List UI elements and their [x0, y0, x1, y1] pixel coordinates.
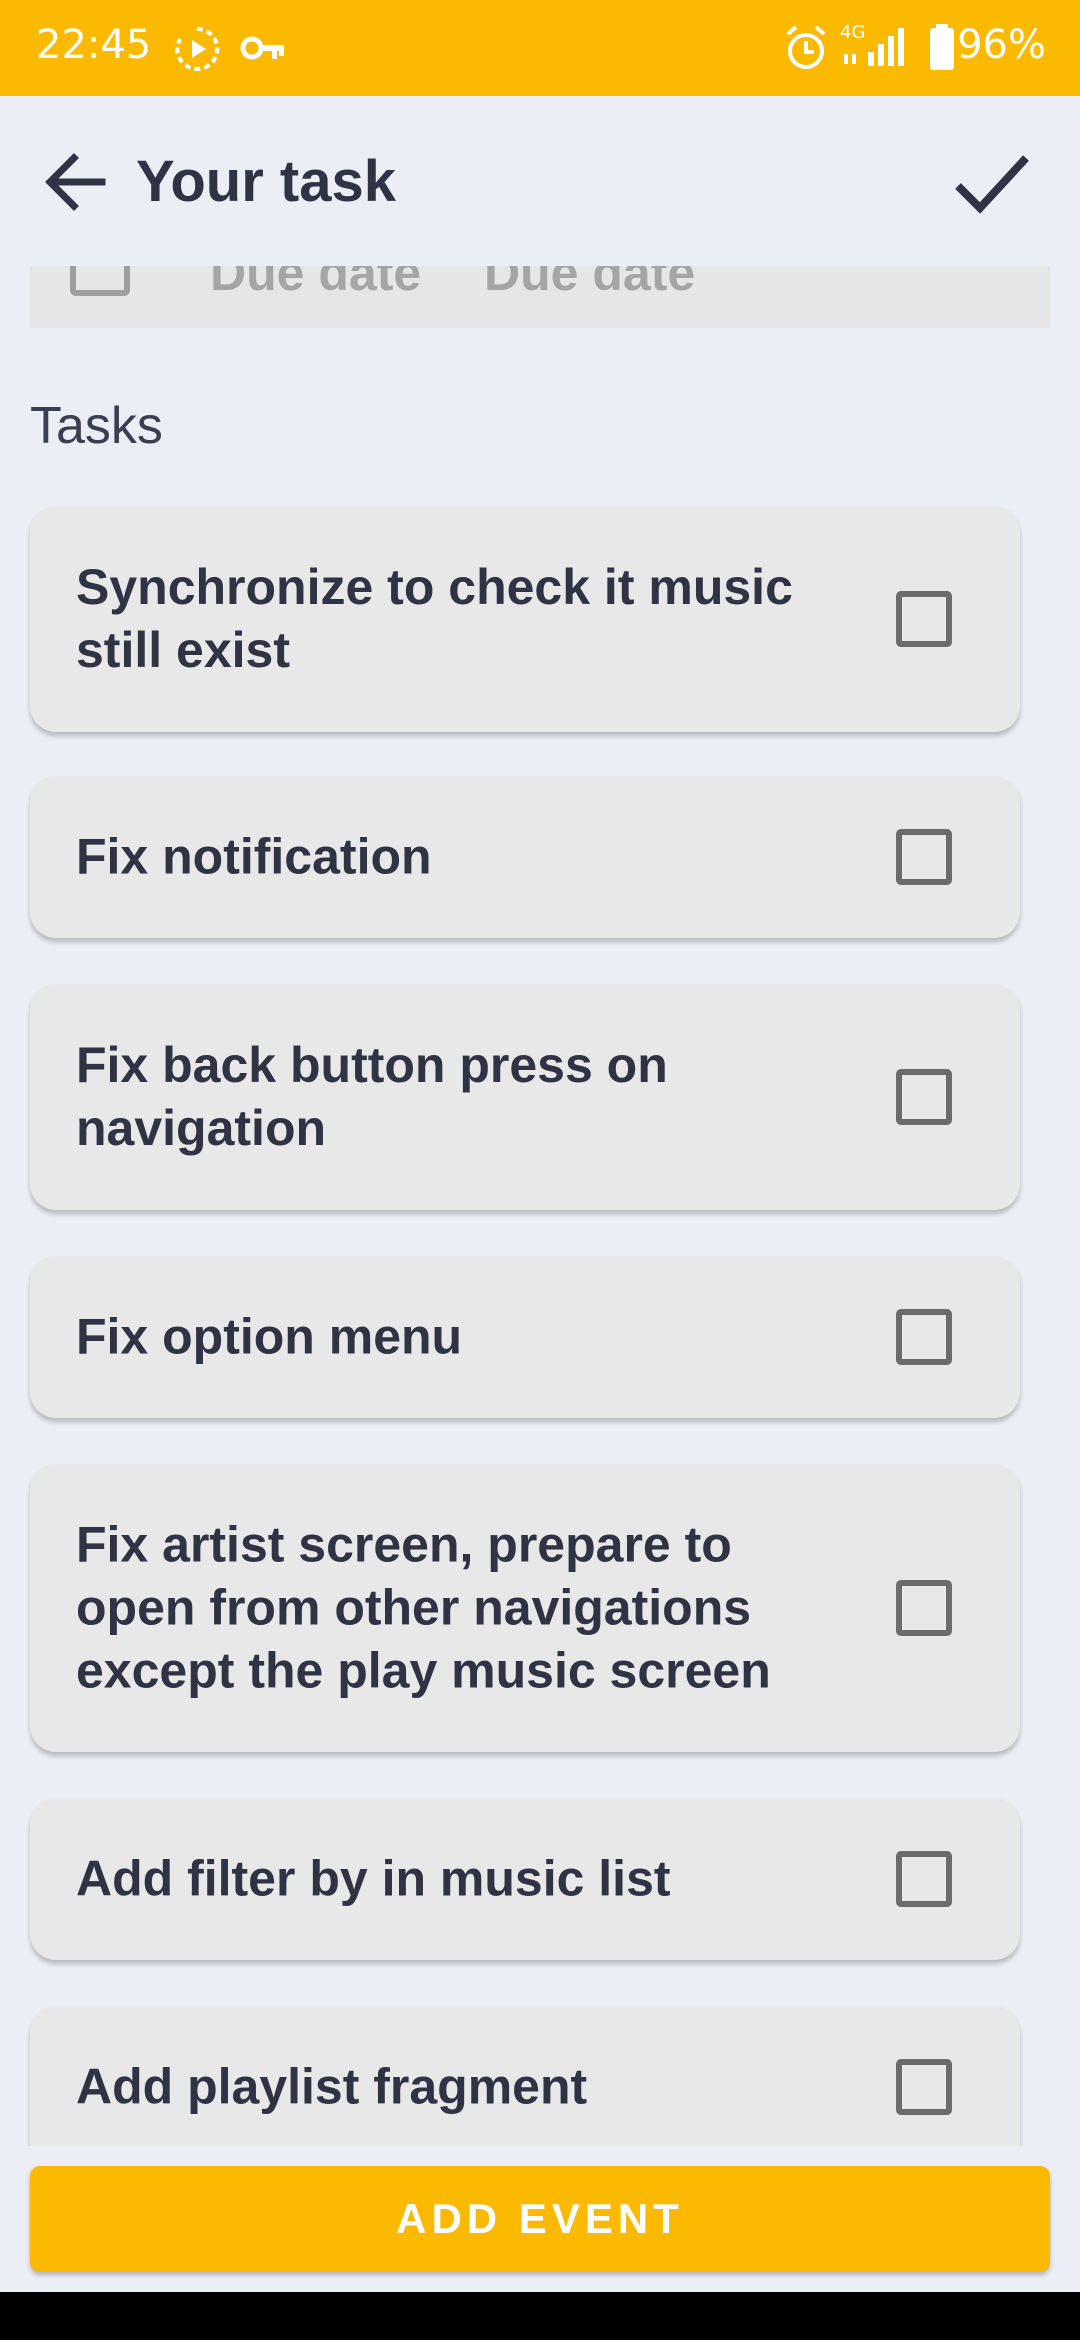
task-text: Add playlist fragment: [76, 2058, 588, 2115]
task-card[interactable]: Synchronize to check it music still exis…: [30, 506, 1020, 732]
due-date-value[interactable]: Due date: [484, 266, 695, 302]
status-bar: 22:45 4G 96%: [0, 0, 1080, 96]
screen-record-icon: [175, 26, 220, 71]
add-event-button[interactable]: ADD EVENT: [30, 2166, 1050, 2272]
battery-icon: [930, 24, 954, 70]
vpn-key-icon: [240, 36, 284, 60]
task-card[interactable]: Fix option menu: [30, 1256, 1020, 1418]
task-checkbox[interactable]: [896, 2059, 952, 2115]
task-checkbox[interactable]: [896, 1309, 952, 1365]
due-date-checkbox[interactable]: [70, 266, 130, 296]
signal-icon: [844, 28, 904, 66]
task-content-scroll[interactable]: Due date Due date Tasks Synchronize to c…: [0, 266, 1080, 2146]
check-icon[interactable]: [954, 148, 1030, 218]
task-card[interactable]: Fix back button press on navigation: [30, 984, 1020, 1210]
task-card[interactable]: Fix artist screen, prepare to open from …: [30, 1464, 1020, 1752]
arrow-left-icon[interactable]: [40, 146, 112, 218]
page-title: Your task: [136, 149, 397, 214]
task-checkbox[interactable]: [896, 829, 952, 885]
task-checkbox[interactable]: [896, 591, 952, 647]
task-text: Fix notification: [76, 828, 432, 885]
due-date-row: Due date Due date: [30, 266, 1050, 328]
app-toolbar: Your task: [0, 96, 1080, 266]
battery-level: 96%: [957, 22, 1046, 68]
alarm-icon: [786, 25, 826, 69]
task-text: Synchronize to check it music still exis…: [76, 559, 793, 678]
task-text: Fix option menu: [76, 1308, 463, 1365]
task-checkbox[interactable]: [896, 1069, 952, 1125]
tasks-section-label: Tasks: [30, 397, 163, 455]
task-checkbox[interactable]: [896, 1580, 952, 1636]
task-card[interactable]: Add filter by in music list: [30, 1798, 1020, 1960]
task-card[interactable]: Fix notification: [30, 776, 1020, 938]
task-text: Add filter by in music list: [76, 1850, 671, 1907]
due-date-label[interactable]: Due date: [210, 266, 421, 302]
task-checkbox[interactable]: [896, 1851, 952, 1907]
task-text: Fix back button press on navigation: [76, 1037, 668, 1156]
task-card[interactable]: Add playlist fragment: [30, 2006, 1020, 2146]
status-time: 22:45: [36, 22, 152, 68]
system-navigation-bar: [0, 2292, 1080, 2340]
task-text: Fix artist screen, prepare to open from …: [76, 1516, 771, 1699]
